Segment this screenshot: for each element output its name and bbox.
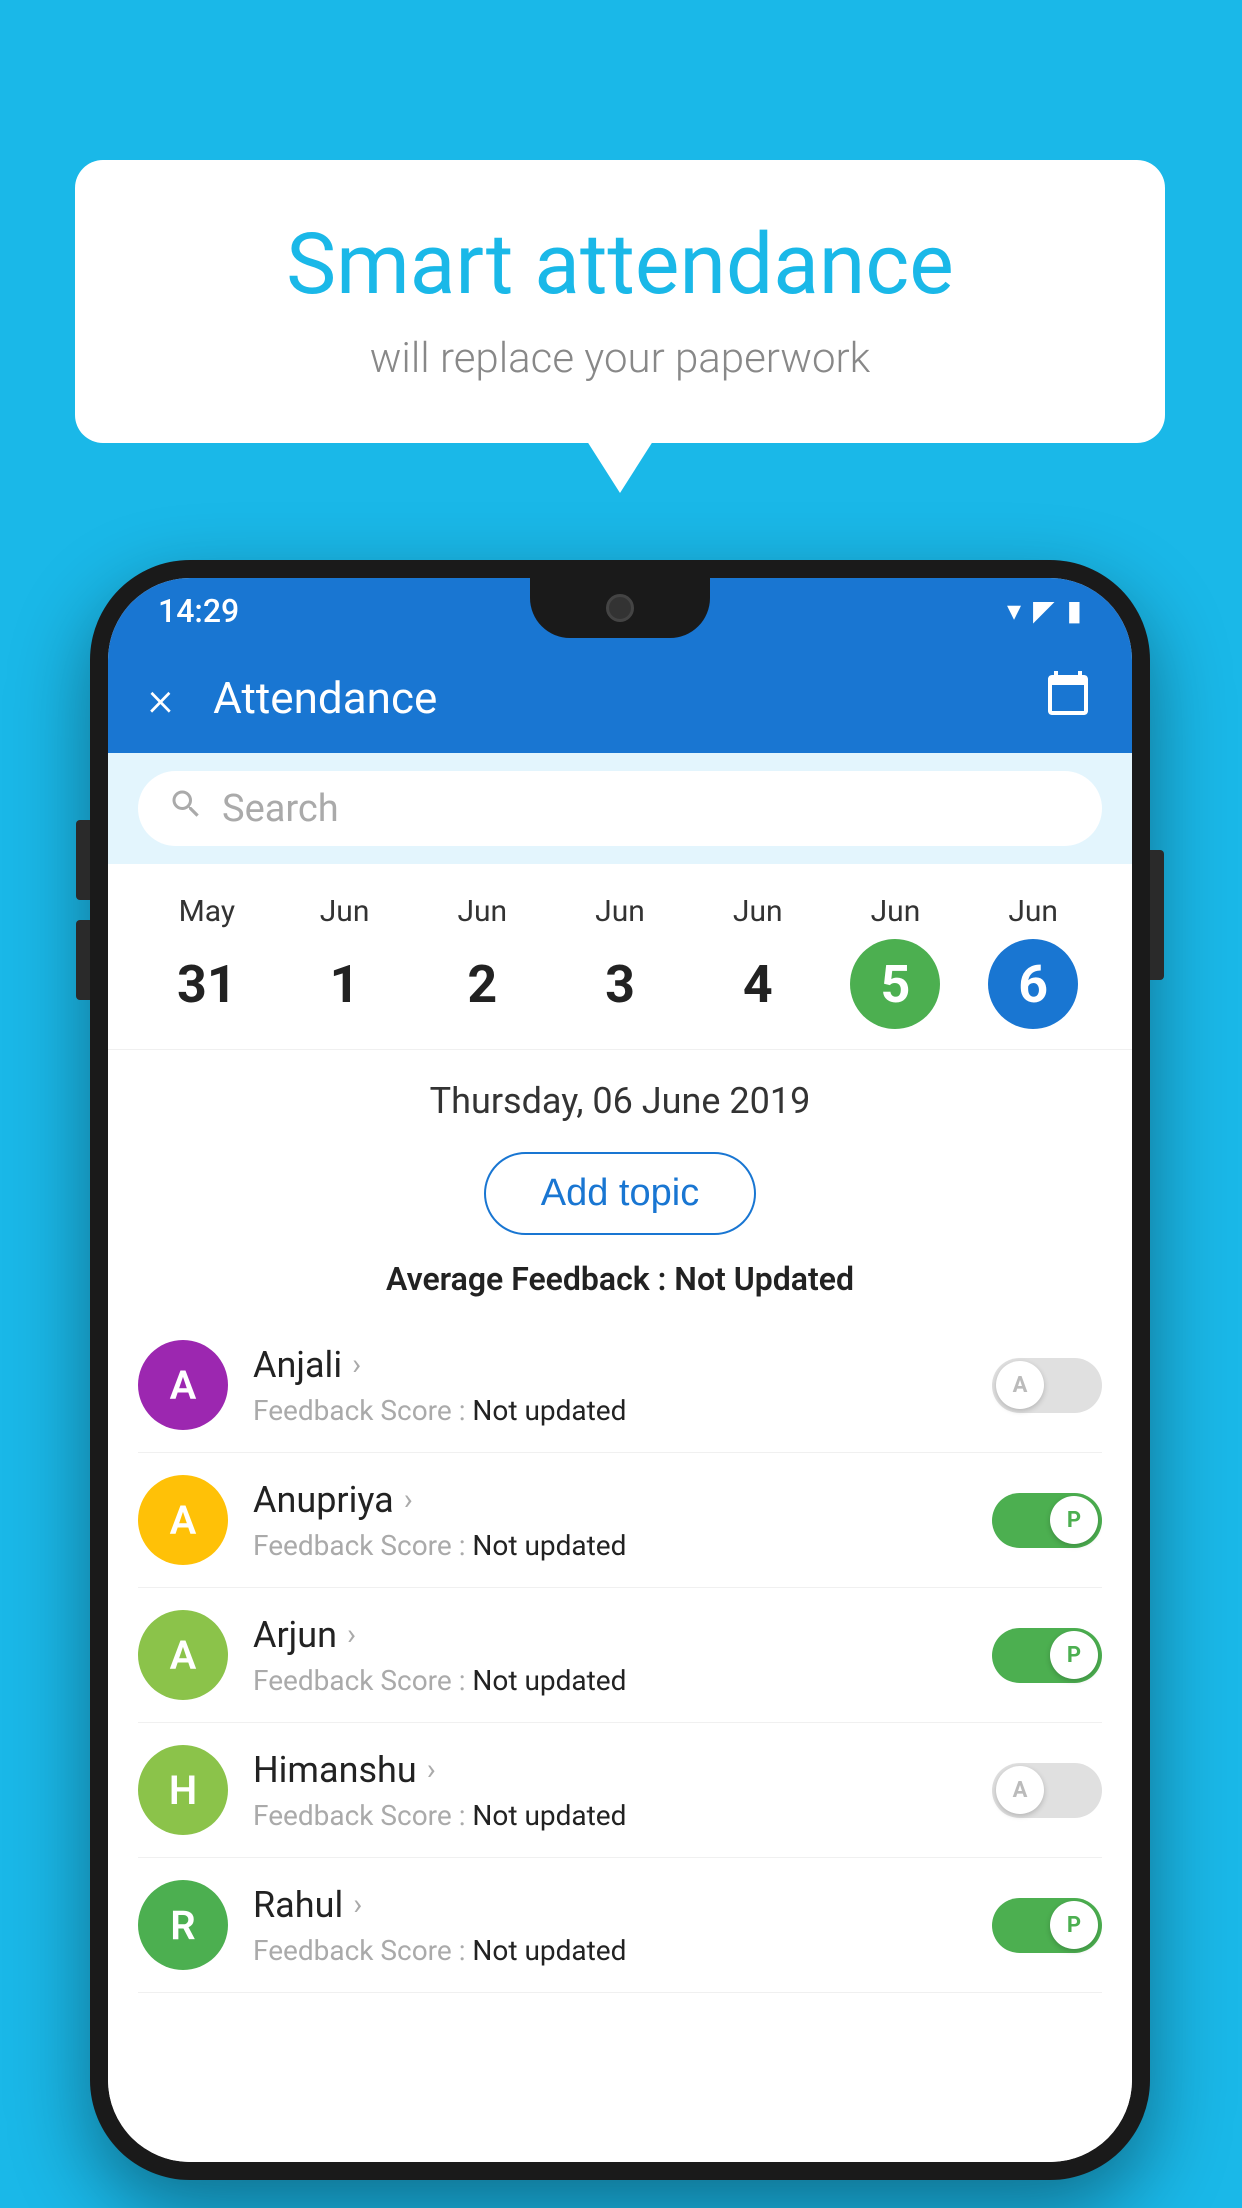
student-row-anjali[interactable]: A Anjali › Feedback Score : Not updated … [138, 1318, 1102, 1453]
attendance-toggle-rahul[interactable]: P [992, 1898, 1102, 1953]
chevron-icon: › [353, 1887, 362, 1922]
wifi-icon: ▾ [1007, 594, 1021, 627]
date-item-jun4[interactable]: Jun 4 [689, 884, 827, 1039]
status-time: 14:29 [158, 592, 239, 630]
date-item-may31[interactable]: May 31 [138, 884, 276, 1039]
date-item-jun3[interactable]: Jun 3 [551, 884, 689, 1039]
student-feedback-himanshu: Feedback Score : Not updated [253, 1799, 992, 1832]
student-info-arjun: Arjun › Feedback Score : Not updated [253, 1614, 992, 1697]
student-avatar-rahul: R [138, 1880, 228, 1970]
chevron-icon: › [404, 1482, 413, 1517]
student-name-anupriya: Anupriya › [253, 1479, 992, 1521]
phone-camera [606, 594, 634, 622]
student-name-himanshu: Himanshu › [253, 1749, 992, 1791]
student-row-himanshu[interactable]: H Himanshu › Feedback Score : Not update… [138, 1723, 1102, 1858]
app-bar-title: Attendance [213, 672, 1044, 724]
status-icons: ▾ ◤ ▮ [1007, 594, 1082, 627]
battery-icon: ▮ [1067, 594, 1082, 627]
app-bar: × Attendance [108, 643, 1132, 753]
toggle-present-arjun[interactable]: P [992, 1628, 1102, 1683]
date-item-jun1[interactable]: Jun 1 [276, 884, 414, 1039]
close-button[interactable]: × [148, 670, 173, 727]
attendance-toggle-arjun[interactable]: P [992, 1628, 1102, 1683]
search-icon [168, 786, 204, 831]
attendance-toggle-anupriya[interactable]: P [992, 1493, 1102, 1548]
date-item-jun2[interactable]: Jun 2 [413, 884, 551, 1039]
student-info-rahul: Rahul › Feedback Score : Not updated [253, 1884, 992, 1967]
student-avatar-himanshu: H [138, 1745, 228, 1835]
toggle-present-rahul[interactable]: P [992, 1898, 1102, 1953]
student-avatar-arjun: A [138, 1610, 228, 1700]
calendar-icon[interactable] [1044, 669, 1092, 728]
student-row-arjun[interactable]: A Arjun › Feedback Score : Not updated [138, 1588, 1102, 1723]
vol-down-button [76, 920, 90, 1000]
student-info-anjali: Anjali › Feedback Score : Not updated [253, 1344, 992, 1427]
chevron-icon: › [347, 1617, 356, 1652]
toggle-absent-himanshu[interactable]: A [992, 1763, 1102, 1818]
avg-feedback-label: Average Feedback : [386, 1260, 666, 1298]
content-area: May 31 Jun 1 Jun 2 Jun 3 Jun 4 [108, 864, 1132, 2162]
phone-notch [530, 578, 710, 638]
attendance-toggle-himanshu[interactable]: A [992, 1763, 1102, 1818]
avg-feedback-value: Not Updated [674, 1260, 854, 1298]
student-feedback-rahul: Feedback Score : Not updated [253, 1934, 992, 1967]
speech-bubble-subtitle: will replace your paperwork [135, 334, 1105, 383]
average-feedback: Average Feedback : Not Updated [108, 1260, 1132, 1298]
toggle-absent-anjali[interactable]: A [992, 1358, 1102, 1413]
search-input-label: Search [222, 787, 339, 831]
student-name-arjun: Arjun › [253, 1614, 992, 1656]
signal-icon: ◤ [1033, 594, 1055, 627]
vol-up-button [76, 820, 90, 900]
search-bar-container: Search [108, 753, 1132, 864]
chevron-icon: › [352, 1347, 361, 1382]
speech-bubble: Smart attendance will replace your paper… [75, 160, 1165, 443]
chevron-icon: › [427, 1752, 436, 1787]
phone-screen: 14:29 ▾ ◤ ▮ × Attendance [108, 578, 1132, 2162]
phone-frame: 14:29 ▾ ◤ ▮ × Attendance [90, 560, 1150, 2180]
student-info-anupriya: Anupriya › Feedback Score : Not updated [253, 1479, 992, 1562]
student-name-rahul: Rahul › [253, 1884, 992, 1926]
student-feedback-anupriya: Feedback Score : Not updated [253, 1529, 992, 1562]
add-topic-button[interactable]: Add topic [484, 1152, 756, 1235]
student-row-anupriya[interactable]: A Anupriya › Feedback Score : Not update… [138, 1453, 1102, 1588]
student-row-rahul[interactable]: R Rahul › Feedback Score : Not updated [138, 1858, 1102, 1993]
student-name-anjali: Anjali › [253, 1344, 992, 1386]
student-avatar-anupriya: A [138, 1475, 228, 1565]
selected-date-display: Thursday, 06 June 2019 [108, 1050, 1132, 1142]
search-bar[interactable]: Search [138, 771, 1102, 846]
student-info-himanshu: Himanshu › Feedback Score : Not updated [253, 1749, 992, 1832]
student-avatar-anjali: A [138, 1340, 228, 1430]
student-feedback-anjali: Feedback Score : Not updated [253, 1394, 992, 1427]
date-scroller[interactable]: May 31 Jun 1 Jun 2 Jun 3 Jun 4 [108, 864, 1132, 1050]
speech-bubble-container: Smart attendance will replace your paper… [75, 160, 1165, 443]
date-item-jun5[interactable]: Jun 5 [827, 884, 965, 1039]
date-item-jun6[interactable]: Jun 6 [964, 884, 1102, 1039]
student-list: A Anjali › Feedback Score : Not updated … [108, 1318, 1132, 1993]
student-feedback-arjun: Feedback Score : Not updated [253, 1664, 992, 1697]
attendance-toggle-anjali[interactable]: A [992, 1358, 1102, 1413]
speech-bubble-title: Smart attendance [135, 215, 1105, 314]
power-button [1150, 850, 1164, 980]
toggle-present-anupriya[interactable]: P [992, 1493, 1102, 1548]
